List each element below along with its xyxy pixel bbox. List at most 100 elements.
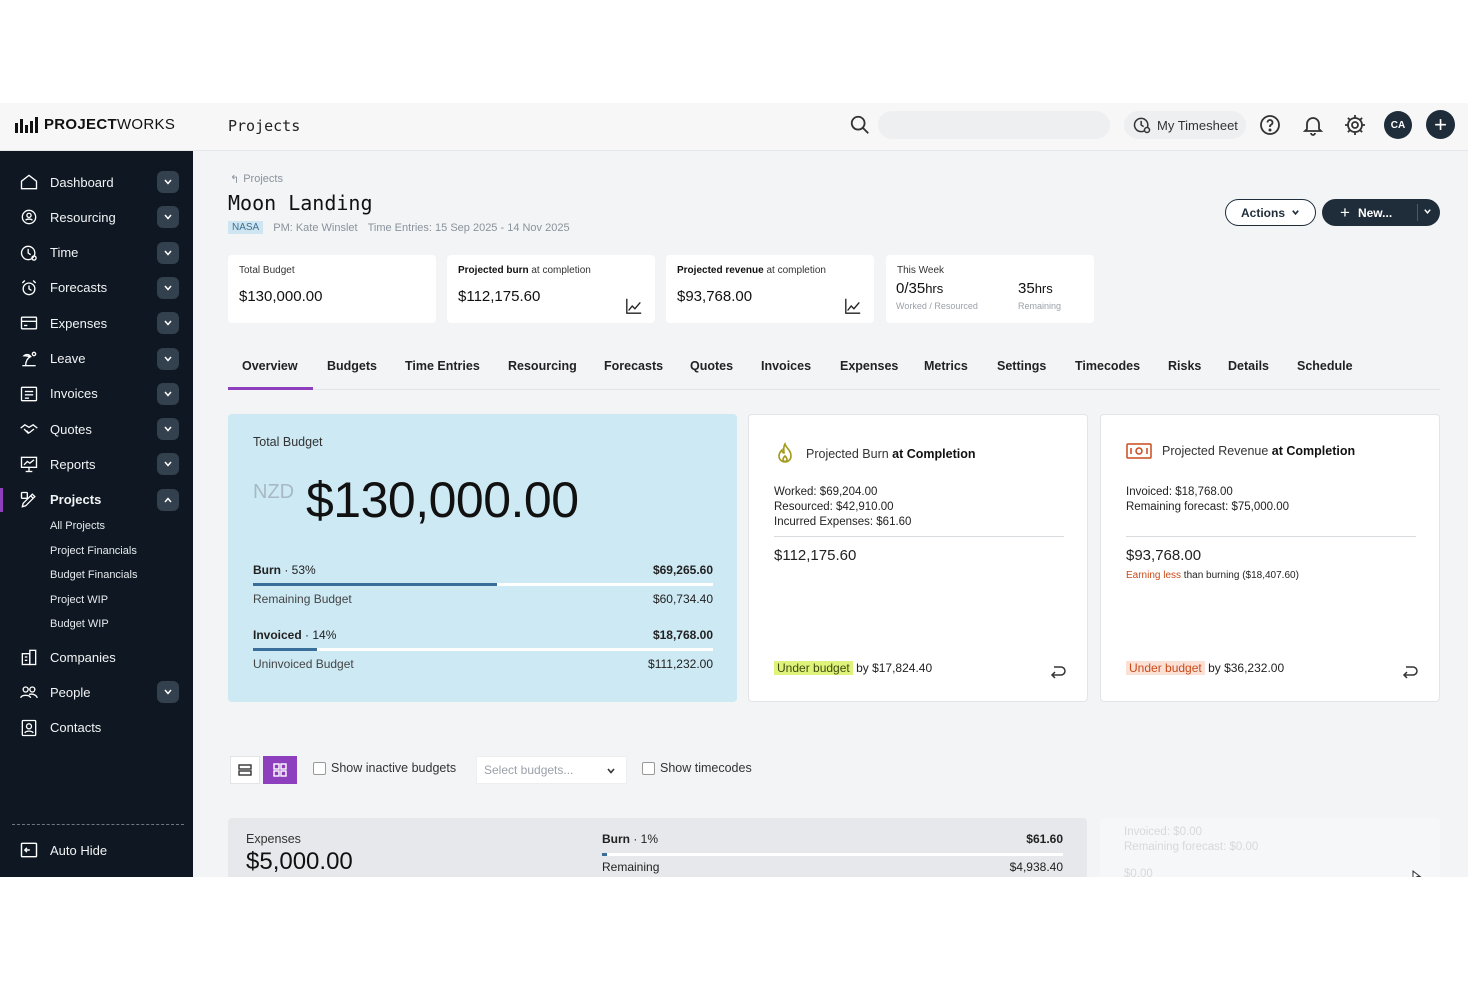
global-add-button[interactable]: + xyxy=(1426,110,1455,139)
sidebar-item-resourcing[interactable]: Resourcing xyxy=(0,201,193,233)
sidebar-item-forecasts[interactable]: Forecasts xyxy=(0,272,193,304)
logo-text: PROJECTWORKS xyxy=(44,116,176,133)
sidebar-subitem-project-wip[interactable]: Project WIP xyxy=(50,594,108,606)
breadcrumb-projects-link[interactable]: Projects xyxy=(243,173,283,186)
sidebar-item-label: Dashboard xyxy=(50,174,114,190)
burn-row: Burn · 53% $69,265.60 xyxy=(253,563,713,577)
tab-details[interactable]: Details xyxy=(1228,359,1269,373)
tab-overview[interactable]: Overview xyxy=(242,359,298,373)
projectworks-logo[interactable]: PROJECTWORKS xyxy=(15,116,175,133)
search-input[interactable] xyxy=(878,111,1110,139)
sidebar: Auto Hide Dashboard Resourcing Time Forecas… xyxy=(0,151,193,877)
sidebar-item-expenses[interactable]: Expenses xyxy=(0,307,193,339)
chevron-down-icon[interactable] xyxy=(157,241,179,264)
chevron-down-icon[interactable] xyxy=(157,681,179,704)
notifications-bell-icon[interactable] xyxy=(1301,113,1325,137)
sidebar-item-companies[interactable]: Companies xyxy=(0,641,193,673)
chevron-down-icon[interactable] xyxy=(157,312,179,335)
summary-projected-burn-card: Projected burn at completion $112,175.60 xyxy=(447,255,655,323)
chevron-down-icon[interactable] xyxy=(157,453,179,476)
sidebar-item-quotes[interactable]: Quotes xyxy=(0,413,193,445)
tab-schedule[interactable]: Schedule xyxy=(1297,359,1353,373)
show-inactive-budgets-label: Show inactive budgets xyxy=(331,761,457,775)
sidebar-item-label: Companies xyxy=(50,649,116,665)
sidebar-item-invoices[interactable]: Invoices xyxy=(0,378,193,410)
sidebar-subitem-project-financials[interactable]: Project Financials xyxy=(50,545,137,557)
expenses-remaining-row: Remaining $4,938.40 xyxy=(602,860,1063,874)
sidebar-item-reports[interactable]: Reports xyxy=(0,448,193,480)
grid-view-icon xyxy=(273,763,287,777)
trend-chart-icon[interactable] xyxy=(844,297,862,315)
undo-arrow-icon[interactable] xyxy=(1049,663,1067,679)
burn-progress-fill xyxy=(253,583,497,586)
project-tabs: Overview Budgets Time Entries Resourcing For… xyxy=(228,355,1440,390)
budget-card-label: Total Budget xyxy=(253,435,323,449)
show-timecodes-checkbox[interactable]: Show timecodes xyxy=(642,761,752,775)
tab-time-entries[interactable]: Time Entries xyxy=(405,359,480,373)
user-avatar[interactable]: CA xyxy=(1384,111,1412,139)
clock-icon xyxy=(20,245,37,261)
checkbox-box[interactable] xyxy=(642,761,655,775)
sidebar-item-contacts[interactable]: Contacts xyxy=(0,712,193,744)
tab-metrics[interactable]: Metrics xyxy=(924,359,968,373)
new-button[interactable]: + New... xyxy=(1322,199,1440,226)
sidebar-item-time[interactable]: Time xyxy=(0,237,193,269)
tab-forecasts[interactable]: Forecasts xyxy=(604,359,663,373)
project-manager: PM: Kate Winslet xyxy=(273,221,358,234)
settings-gear-icon[interactable] xyxy=(1343,113,1367,137)
tab-resourcing[interactable]: Resourcing xyxy=(508,359,577,373)
burn-progress-bar xyxy=(253,583,713,586)
plus-icon: + xyxy=(1340,202,1350,222)
sidebar-subitem-budget-financials[interactable]: Budget Financials xyxy=(50,569,137,581)
tab-invoices[interactable]: Invoices xyxy=(761,359,811,373)
show-inactive-budgets-checkbox[interactable]: Show inactive budgets xyxy=(313,761,456,775)
sidebar-subitem-budget-wip[interactable]: Budget WIP xyxy=(50,618,109,630)
tab-expenses[interactable]: Expenses xyxy=(840,359,898,373)
remaining-value: $4,938.40 xyxy=(1009,860,1063,874)
list-view-button[interactable] xyxy=(230,756,260,784)
chevron-down-icon[interactable] xyxy=(157,276,179,299)
summary-caption: Projected revenue at completion xyxy=(677,265,826,276)
tab-quotes[interactable]: Quotes xyxy=(690,359,733,373)
projected-burn-card: Projected Burn at Completion Worked: $69… xyxy=(748,414,1088,702)
sidebar-item-dashboard[interactable]: Dashboard xyxy=(0,166,193,198)
summary-value: $130,000.00 xyxy=(239,288,323,305)
divider xyxy=(1126,536,1416,537)
help-icon[interactable] xyxy=(1258,113,1282,137)
home-icon xyxy=(20,174,38,190)
sidebar-item-people[interactable]: People xyxy=(0,676,193,708)
tab-budgets[interactable]: Budgets xyxy=(327,359,377,373)
chevron-up-icon[interactable] xyxy=(157,488,179,511)
undo-arrow-icon[interactable] xyxy=(1401,663,1419,679)
chevron-down-icon[interactable] xyxy=(157,347,179,370)
under-budget-badge: Under budget xyxy=(1126,661,1205,675)
tab-timecodes[interactable]: Timecodes xyxy=(1075,359,1140,373)
search-icon[interactable] xyxy=(849,114,871,136)
summary-value: $112,175.60 xyxy=(458,288,541,305)
sidebar-item-label: Expenses xyxy=(50,315,108,331)
actions-button[interactable]: Actions xyxy=(1225,199,1316,226)
sidebar-subitem-all-projects[interactable]: All Projects xyxy=(50,520,105,532)
chevron-down-icon[interactable] xyxy=(1423,207,1432,216)
ghost-total: $0.00 xyxy=(1124,868,1153,877)
chevron-down-icon[interactable] xyxy=(157,382,179,405)
trend-chart-icon[interactable] xyxy=(625,297,643,315)
auto-hide-button[interactable]: Auto Hide xyxy=(0,834,193,866)
sidebar-item-leave[interactable]: Leave xyxy=(0,343,193,375)
checkbox-box[interactable] xyxy=(313,761,326,775)
chevron-down-icon[interactable] xyxy=(157,206,179,229)
uninvoiced-budget-row: Uninvoiced Budget $111,232.00 xyxy=(253,657,713,671)
expenses-budget-card[interactable]: Expenses $5,000.00 Burn · 1% $61.60 Rema… xyxy=(228,818,1087,877)
chevron-down-icon[interactable] xyxy=(157,418,179,441)
expenses-progress-fill xyxy=(602,853,607,856)
summary-caption: Total Budget xyxy=(239,265,295,276)
client-badge[interactable]: NASA xyxy=(228,221,264,234)
select-budgets-dropdown[interactable]: Select budgets... xyxy=(476,756,627,784)
sidebar-item-projects[interactable]: Projects xyxy=(0,484,193,516)
tab-risks[interactable]: Risks xyxy=(1168,359,1201,373)
breadcrumb[interactable]: ↰ Projects xyxy=(230,173,283,186)
grid-view-button[interactable] xyxy=(263,756,297,784)
tab-settings[interactable]: Settings xyxy=(997,359,1046,373)
chevron-down-icon[interactable] xyxy=(157,171,179,193)
my-timesheet-button[interactable]: My Timesheet xyxy=(1124,111,1246,139)
